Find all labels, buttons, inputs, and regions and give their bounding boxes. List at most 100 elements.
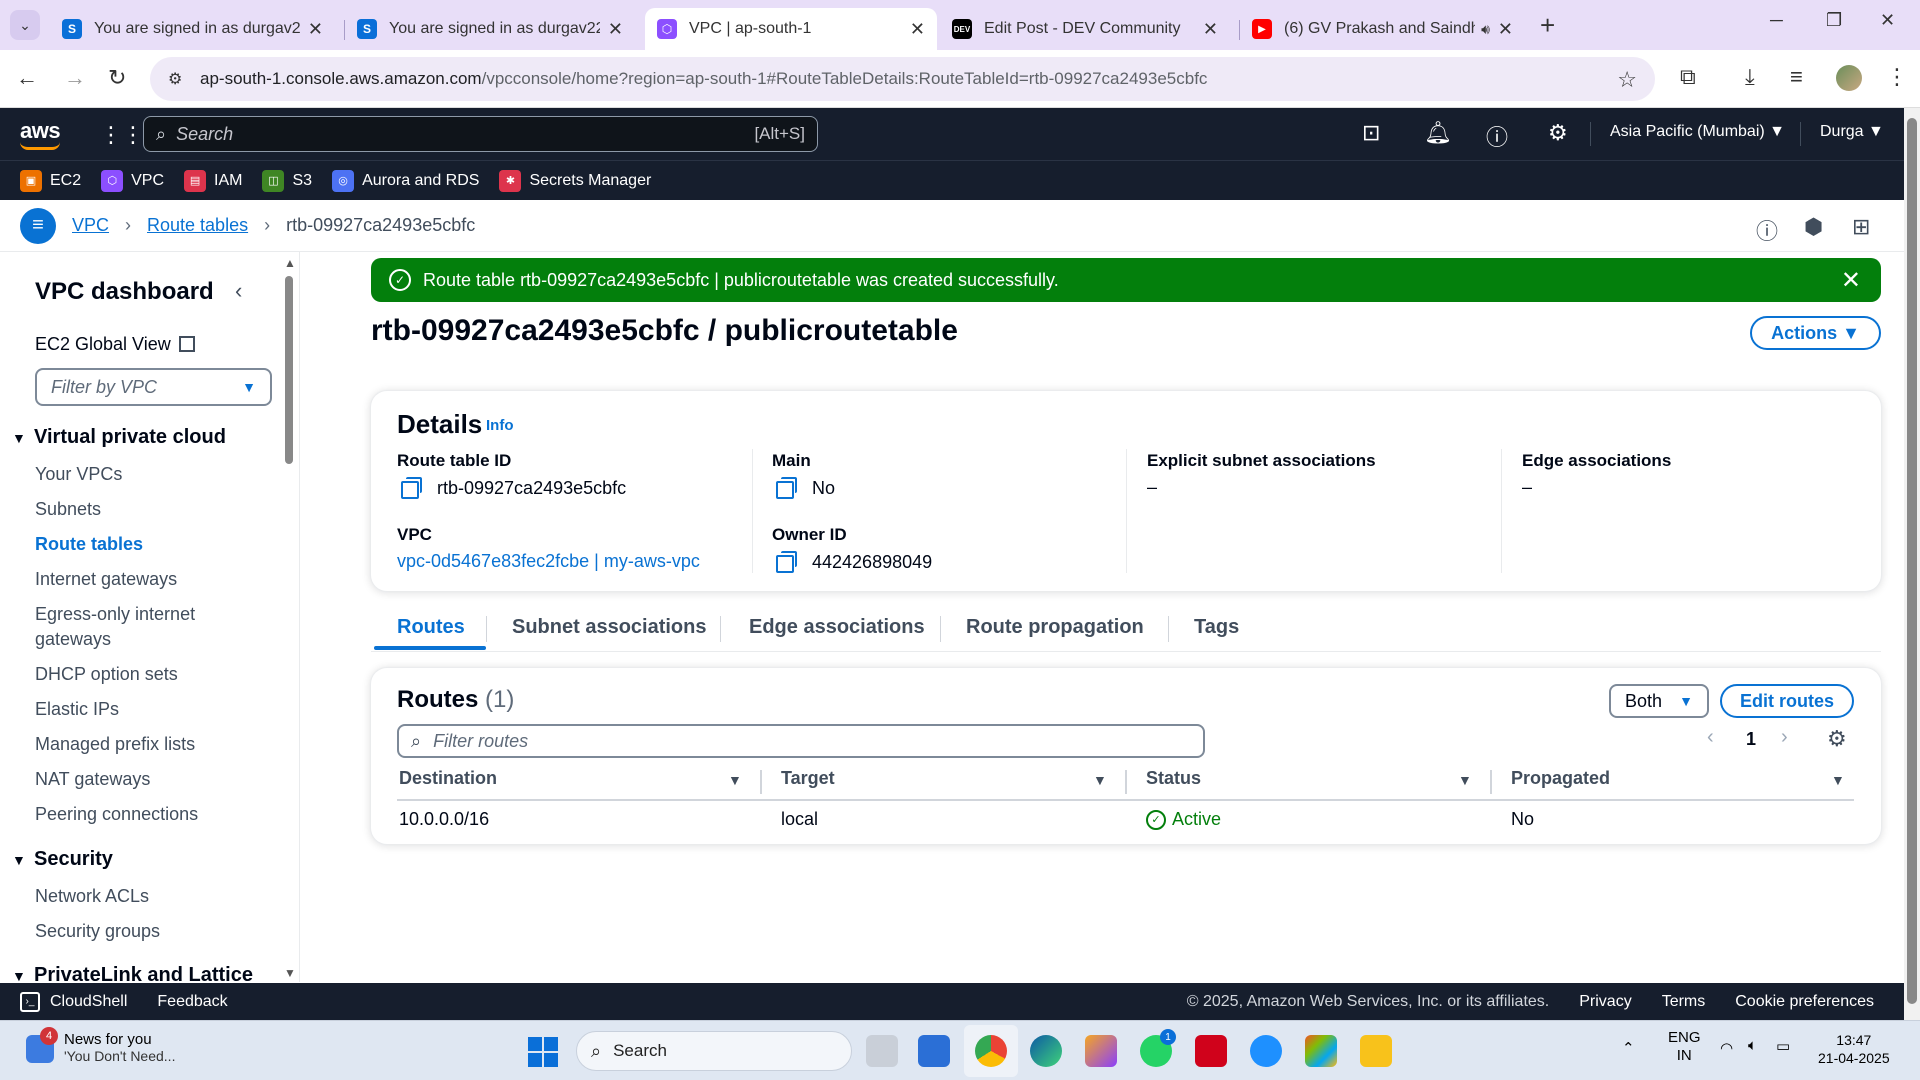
help-app-icon[interactable]: [1250, 1035, 1282, 1067]
edge-icon[interactable]: [1030, 1035, 1062, 1067]
copy-icon[interactable]: [776, 551, 798, 573]
sidebar-item-managed-prefix-lists[interactable]: Managed prefix lists: [35, 734, 195, 755]
group-virtual-private-cloud[interactable]: ▼ Virtual private cloud: [12, 426, 226, 449]
next-page-chevron-icon[interactable]: ›: [1781, 726, 1788, 749]
wifi-icon[interactable]: ◠: [1720, 1039, 1733, 1057]
display-settings-icon[interactable]: ⊞: [1852, 214, 1870, 240]
url-field[interactable]: ⚙ ap-south-1.console.aws.amazon.com/vpcc…: [150, 57, 1655, 101]
column-header-destination[interactable]: Destination: [399, 768, 497, 789]
forward-arrow-icon[interactable]: →: [64, 65, 86, 91]
dismiss-close-icon[interactable]: ✕: [1841, 266, 1861, 295]
volume-icon[interactable]: 🔈︎: [1748, 1037, 1757, 1054]
close-window-icon[interactable]: ✕: [1880, 10, 1895, 31]
copy-icon[interactable]: [401, 477, 423, 499]
sidebar-item-peering-connections[interactable]: Peering connections: [35, 804, 198, 825]
minimize-icon[interactable]: ─: [1770, 10, 1783, 31]
column-header-target[interactable]: Target: [781, 768, 835, 789]
terms-link[interactable]: Terms: [1662, 993, 1706, 1011]
breadcrumb-vpc[interactable]: VPC: [72, 215, 109, 236]
taskbar-search[interactable]: ⌕ Search: [576, 1031, 852, 1071]
page-scrollbar[interactable]: [1904, 108, 1920, 1020]
browser-tab-3-active[interactable]: ⬡ VPC | ap-south-1 ✕: [645, 8, 937, 50]
favorite-iam[interactable]: ▤ IAM: [184, 169, 242, 192]
show-hidden-icons-chevron-icon[interactable]: ⌃: [1622, 1039, 1635, 1057]
sidebar-item-egress-only-gateways-line2[interactable]: gateways: [35, 629, 111, 650]
info-panel-icon[interactable]: ⓘ: [1756, 214, 1778, 246]
speaker-icon[interactable]: 🔊︎: [1481, 21, 1490, 38]
sidebar-item-network-acls[interactable]: Network ACLs: [35, 886, 149, 907]
edit-routes-button[interactable]: Edit routes: [1720, 684, 1854, 718]
back-arrow-icon[interactable]: ←: [16, 65, 38, 91]
download-icon[interactable]: ⤓: [1745, 64, 1755, 90]
info-link[interactable]: Info: [486, 417, 514, 434]
notifications-bell-icon[interactable]: 🔔︎: [1424, 120, 1452, 146]
group-security[interactable]: ▼ Security: [12, 848, 113, 871]
feedback-link[interactable]: Feedback: [157, 993, 227, 1011]
new-tab-icon[interactable]: +: [1540, 10, 1555, 41]
close-tab-icon[interactable]: ✕: [608, 19, 623, 40]
region-selector[interactable]: Asia Pacific (Mumbai) ▼: [1610, 123, 1785, 141]
sidebar-item-security-groups[interactable]: Security groups: [35, 921, 160, 942]
route-type-select[interactable]: Both ▼: [1609, 684, 1709, 718]
scroll-up-arrow-icon[interactable]: ▲: [284, 256, 296, 270]
security-hex-icon[interactable]: ⬢: [1804, 214, 1823, 240]
scroll-down-arrow-icon[interactable]: ▼: [284, 966, 296, 980]
close-tab-icon[interactable]: ✕: [1203, 19, 1218, 40]
battery-icon[interactable]: ▭: [1776, 1037, 1790, 1055]
sort-caret-icon[interactable]: ▼: [1831, 772, 1845, 788]
browser-tab-1[interactable]: S You are signed in as durgav22it ✕: [50, 8, 335, 50]
privacy-link[interactable]: Privacy: [1579, 993, 1631, 1011]
sidebar-item-internet-gateways[interactable]: Internet gateways: [35, 569, 177, 590]
favorite-s3[interactable]: ◫ S3: [262, 169, 312, 192]
browser-tab-4[interactable]: DEV Edit Post - DEV Community ✕: [940, 8, 1230, 50]
sidebar-item-your-vpcs[interactable]: Your VPCs: [35, 464, 122, 485]
browser-tab-5[interactable]: ▶ (6) GV Prakash and Saindha 🔊︎ ✕: [1240, 8, 1525, 50]
sort-caret-icon[interactable]: ▼: [1458, 772, 1472, 788]
aws-search-box[interactable]: ⌕ [Alt+S]: [143, 116, 818, 152]
system-clock[interactable]: 13:47 21-04-2025: [1818, 1031, 1890, 1067]
column-header-status[interactable]: Status: [1146, 768, 1201, 789]
extensions-icon[interactable]: ⧉: [1680, 64, 1696, 90]
favorite-aurora-rds[interactable]: ◎ Aurora and RDS: [332, 169, 479, 192]
sidenav-scrollbar[interactable]: [285, 276, 293, 464]
tab-tags[interactable]: Tags: [1194, 616, 1239, 639]
close-tab-icon[interactable]: ✕: [910, 19, 925, 40]
browser-tab-2[interactable]: S You are signed in as durgav22it ✕: [345, 8, 635, 50]
mcafee-icon[interactable]: [1195, 1035, 1227, 1067]
restore-icon[interactable]: ❐: [1826, 10, 1842, 31]
ec2-global-view-link[interactable]: EC2 Global View: [35, 334, 195, 355]
actions-button[interactable]: Actions ▼: [1750, 316, 1881, 350]
account-menu[interactable]: Durga ▼: [1820, 123, 1884, 141]
mybp-app-icon[interactable]: [918, 1035, 950, 1067]
reload-icon[interactable]: ↻: [108, 65, 126, 91]
settings-gear-icon[interactable]: ⚙: [1548, 120, 1568, 146]
column-header-propagated[interactable]: Propagated: [1511, 768, 1610, 789]
task-view-icon[interactable]: [866, 1035, 898, 1067]
windows-start-icon[interactable]: [528, 1037, 558, 1067]
browser-menu-icon[interactable]: ⋮: [1886, 64, 1908, 90]
cookie-preferences-link[interactable]: Cookie preferences: [1735, 993, 1874, 1011]
profile-avatar[interactable]: [1836, 65, 1862, 91]
file-explorer-icon[interactable]: [1360, 1035, 1392, 1067]
cloudshell-button[interactable]: ›_ CloudShell: [20, 991, 127, 1012]
tab-search-chevron-icon[interactable]: ⌄: [10, 10, 40, 40]
filter-routes-box[interactable]: ⌕: [397, 724, 1205, 758]
tab-route-propagation[interactable]: Route propagation: [966, 616, 1144, 639]
tab-routes[interactable]: Routes: [397, 616, 465, 639]
favorite-secrets-manager[interactable]: ✱ Secrets Manager: [499, 169, 651, 192]
news-widget[interactable]: 4 News for you 'You Don't Need...: [26, 1027, 175, 1064]
favorite-ec2[interactable]: ▣ EC2: [20, 169, 81, 192]
hamburger-menu-icon[interactable]: ≡: [20, 207, 56, 244]
breadcrumb-route-tables[interactable]: Route tables: [147, 215, 248, 236]
sidebar-item-subnets[interactable]: Subnets: [35, 499, 101, 520]
copilot-icon[interactable]: [1085, 1035, 1117, 1067]
store-icon[interactable]: [1305, 1035, 1337, 1067]
table-preferences-gear-icon[interactable]: ⚙: [1827, 726, 1847, 752]
copy-icon[interactable]: [776, 477, 798, 499]
cloudshell-icon[interactable]: ⊡: [1362, 120, 1380, 146]
group-privatelink-lattice[interactable]: ▼ PrivateLink and Lattice: [12, 964, 253, 982]
help-icon[interactable]: ⓘ: [1486, 120, 1508, 152]
chrome-icon[interactable]: [975, 1035, 1007, 1067]
sidebar-item-nat-gateways[interactable]: NAT gateways: [35, 769, 150, 790]
sidebar-item-egress-only-gateways[interactable]: Egress-only internet: [35, 604, 195, 625]
